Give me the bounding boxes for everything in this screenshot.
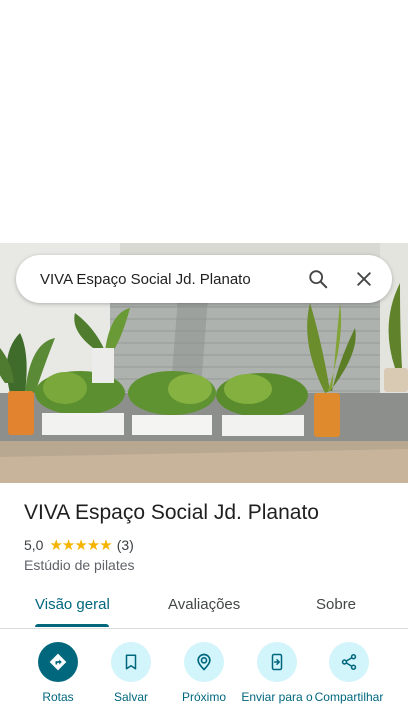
tab-bar: Visão geral Avaliações Sobre [0, 584, 408, 629]
review-count[interactable]: (3) [117, 537, 134, 553]
save-label: Salvar [113, 690, 148, 704]
directions-button[interactable]: Rotas [20, 642, 96, 704]
rating-row[interactable]: 5,0 ★★★★★ (3) [24, 536, 134, 554]
send-to-phone-label: Enviar para o [241, 690, 313, 704]
send-to-phone-button[interactable]: Enviar para o [239, 642, 315, 704]
save-button[interactable]: Salvar [93, 642, 169, 704]
send-to-phone-icon [257, 642, 297, 682]
nearby-label: Próximo [181, 690, 226, 704]
map-area-blank [0, 0, 408, 243]
search-icon[interactable] [298, 259, 338, 299]
nearby-icon [184, 642, 224, 682]
close-icon[interactable] [344, 259, 384, 299]
tab-overview[interactable]: Visão geral [35, 596, 110, 613]
bookmark-icon [111, 642, 151, 682]
active-tab-indicator [35, 624, 109, 627]
share-label: Compartilhar [314, 690, 384, 704]
search-query-text[interactable]: VIVA Espaço Social Jd. Planato [40, 271, 298, 288]
star-rating-icon: ★★★★★ [49, 537, 112, 554]
place-title: VIVA Espaço Social Jd. Planato [24, 501, 319, 524]
rating-value: 5,0 [24, 537, 44, 553]
directions-label: Rotas [42, 690, 74, 704]
directions-icon [38, 642, 78, 682]
place-category[interactable]: Estúdio de pilates [24, 557, 135, 573]
share-icon [329, 642, 369, 682]
tab-about[interactable]: Sobre [316, 596, 356, 613]
share-button[interactable]: Compartilhar [311, 642, 387, 704]
nearby-button[interactable]: Próximo [166, 642, 242, 704]
tab-reviews[interactable]: Avaliações [168, 596, 240, 613]
search-bar[interactable]: VIVA Espaço Social Jd. Planato [16, 255, 392, 303]
